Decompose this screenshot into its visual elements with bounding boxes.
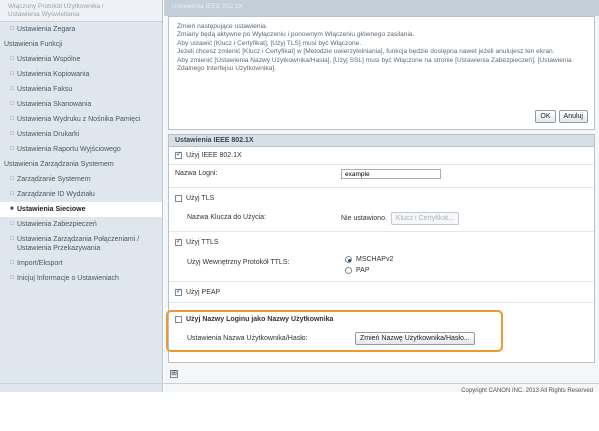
bullet-icon: □ xyxy=(10,131,14,137)
use-tls-label: Użyj TLS xyxy=(186,195,215,202)
sidebar-item[interactable]: □ Ustawienia Skanowania xyxy=(0,97,162,112)
sidebar-item[interactable]: ■ Ustawienia Sieciowe xyxy=(0,202,162,217)
sidebar-item[interactable]: □ Import/Eksport xyxy=(0,256,162,271)
use-ttls-label: Użyj TTLS xyxy=(186,239,219,246)
sidebar-item-label: Zarządzanie Systemem xyxy=(17,176,91,183)
sidebar-item-label: Ustawienia Zegara xyxy=(17,26,76,33)
key-cert-button[interactable]: Klucz i Certyfikat... xyxy=(390,212,459,225)
bullet-icon: □ xyxy=(10,176,14,182)
panel-title: Ustawienia IEEE 802.1X xyxy=(169,135,594,147)
sidebar-item[interactable]: □ Inicjuj Informacje o Ustawieniach xyxy=(0,271,162,286)
sidebar-item[interactable]: □ Ustawienia Zegara xyxy=(0,22,162,37)
ttls-protocol-label: Użyj Wewnętrzny Protokół TTLS: xyxy=(187,259,290,266)
sidebar-item-label: Inicjuj Informacje o Ustawieniach xyxy=(17,275,119,282)
bullet-icon: □ xyxy=(10,86,14,92)
bullet-icon: □ xyxy=(10,221,14,227)
mschapv2-radio[interactable] xyxy=(345,256,352,263)
bullet-icon: □ xyxy=(10,260,14,266)
mschapv2-label: MSCHAPv2 xyxy=(356,256,394,263)
sidebar-header-line: Włączony Protokół Użytkownika / xyxy=(8,3,104,10)
sidebar-item-label: Ustawienia Zabezpieczeń xyxy=(17,221,97,228)
login-name-label: Nazwa Logni: xyxy=(175,170,218,177)
bullet-icon: □ xyxy=(10,71,14,77)
notice-line: Zmiany będą aktywne po Wyłączeniu i pono… xyxy=(177,31,415,39)
use-tls-checkbox[interactable] xyxy=(175,195,182,202)
copyright-text: Copyright CANON INC. 2013 All Rights Res… xyxy=(461,388,593,394)
key-name-label: Nazwa Klucza do Użycia: xyxy=(187,214,266,221)
use-8021x-label: Użyj IEEE 802.1X xyxy=(186,152,242,159)
bullet-icon: ■ xyxy=(10,206,14,212)
sidebar-header-line: Ustawienia Wyświetlania xyxy=(8,11,80,18)
sidebar-item-label: Ustawienia Funkcji xyxy=(4,41,63,48)
sidebar-item[interactable]: □ Ustawienia Wydruku z Nośnika Pamięci xyxy=(0,112,162,127)
use-ttls-checkbox[interactable] xyxy=(175,237,182,246)
sidebar-item[interactable]: Ustawienia Funkcji xyxy=(0,37,162,52)
sidebar-item-label: Ustawienia Sieciowe xyxy=(17,206,86,213)
notice-line: Aby zmienić [Ustawienia Nazwy Użytkownik… xyxy=(177,56,572,73)
sidebar-item-label: Ustawienia Raportu Wyjściowego xyxy=(17,146,121,153)
bullet-icon: □ xyxy=(10,116,14,122)
highlight-outline xyxy=(166,310,503,352)
sidebar-item[interactable]: Ustawienia Zarządzania Systemem xyxy=(0,157,162,172)
collapse-icon[interactable]: ⊞ xyxy=(170,370,178,378)
sidebar-item[interactable]: □ Ustawienia Zabezpieczeń xyxy=(0,217,162,232)
login-name-input[interactable] xyxy=(341,169,441,179)
sidebar-item[interactable]: □ Ustawienia Faksu xyxy=(0,82,162,97)
sidebar-item[interactable]: □ Zarządzanie Systemem xyxy=(0,172,162,187)
notice-line: Zmień następujące ustawienia. xyxy=(177,23,268,30)
bullet-icon: □ xyxy=(10,101,14,107)
sidebar-item[interactable]: □ Ustawienia Raportu Wyjściowego xyxy=(0,142,162,157)
sidebar-item-label: Ustawienia Zarządzania Połączeniami / Us… xyxy=(17,236,140,252)
sidebar-item-label: Ustawienia Skanowania xyxy=(17,101,92,108)
sidebar-item-label: Ustawienia Faksu xyxy=(17,86,73,93)
sidebar-item[interactable]: □ Ustawienia Wspólne xyxy=(0,52,162,67)
ok-button[interactable]: OK xyxy=(535,110,556,123)
sidebar-item[interactable]: □ Ustawienia Zarządzania Połączeniami / U… xyxy=(0,232,162,256)
bullet-icon: □ xyxy=(10,146,14,152)
bullet-icon: □ xyxy=(10,56,14,62)
sidebar-list: □ Ustawienia Zegara Ustawienia Funkcji □ Ust… xyxy=(0,22,162,286)
sidebar-header: Włączony Protokół Użytkownika / Ustawien… xyxy=(0,0,162,22)
sidebar: Włączony Protokół Użytkownika / Ustawien… xyxy=(0,0,163,392)
sidebar-item[interactable]: □ Ustawienia Drukarki xyxy=(0,127,162,142)
key-status: Nie ustawiono. xyxy=(341,215,387,222)
use-peap-checkbox[interactable] xyxy=(175,287,182,296)
notice-box: Zmień następujące ustawienia. Zmiany będ… xyxy=(168,16,595,130)
bullet-icon: □ xyxy=(10,236,14,242)
notice-line: Aby ustawić [Klucz i Certyfikat], [Użyj … xyxy=(177,39,362,47)
page-banner: Ustawienia IEEE 802.1X xyxy=(164,0,599,16)
sidebar-item-label: Ustawienia Drukarki xyxy=(17,131,80,138)
sidebar-item[interactable]: □ Zarządzanie ID Wydziału xyxy=(0,187,162,202)
sidebar-item[interactable]: □ Ustawienia Kopiowania xyxy=(0,67,162,82)
sidebar-item-label: Ustawienia Wydruku z Nośnika Pamięci xyxy=(17,116,141,123)
divider xyxy=(0,383,599,384)
sidebar-item-label: Zarządzanie ID Wydziału xyxy=(17,191,95,198)
sidebar-item-label: Import/Eksport xyxy=(17,260,63,267)
bullet-icon: □ xyxy=(10,26,14,32)
notice-line: Jeżeli chcesz zmienić [Klucz i Certyfika… xyxy=(177,48,555,56)
cancel-button[interactable]: Anuluj xyxy=(558,110,588,123)
bullet-icon: □ xyxy=(10,191,14,197)
sidebar-item-label: Ustawienia Zarządzania Systemem xyxy=(4,161,114,168)
use-8021x-checkbox[interactable] xyxy=(175,150,182,159)
pap-radio[interactable] xyxy=(345,267,352,274)
use-peap-label: Użyj PEAP xyxy=(186,289,221,296)
sidebar-item-label: Ustawienia Wspólne xyxy=(17,56,81,63)
bullet-icon: □ xyxy=(10,275,14,281)
pap-label: PAP xyxy=(356,267,370,274)
sidebar-item-label: Ustawienia Kopiowania xyxy=(17,71,90,78)
